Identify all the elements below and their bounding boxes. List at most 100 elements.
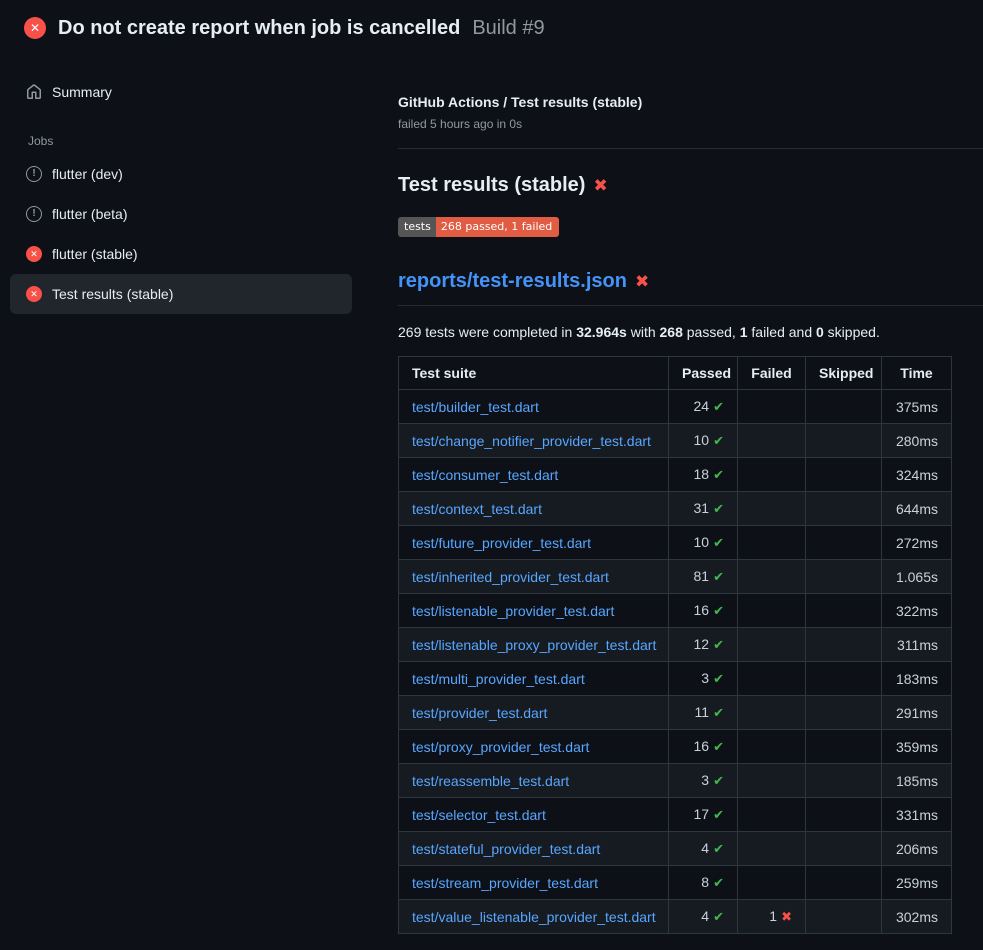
check-icon xyxy=(713,906,724,927)
sidebar-item-flutter-beta[interactable]: flutter (beta) xyxy=(10,194,352,234)
time-cell: 291ms xyxy=(882,696,952,730)
check-icon xyxy=(713,770,724,791)
test-suite-link[interactable]: test/selector_test.dart xyxy=(412,807,546,823)
skipped-cell xyxy=(806,866,882,900)
column-header-time: Time xyxy=(882,357,952,390)
test-suite-cell: test/reassemble_test.dart xyxy=(399,764,669,798)
failed-cell xyxy=(738,662,806,696)
section-title: Test results (stable) xyxy=(398,171,983,199)
passed-cell: 31 xyxy=(669,492,738,526)
time-cell: 185ms xyxy=(882,764,952,798)
failed-count: 1 xyxy=(769,908,777,924)
test-suite-cell: test/inherited_provider_test.dart xyxy=(399,560,669,594)
failure-circle-icon xyxy=(24,17,46,39)
test-suite-link[interactable]: test/provider_test.dart xyxy=(412,705,547,721)
main-content: GitHub Actions / Test results (stable) f… xyxy=(362,56,983,934)
badge-value: 268 passed, 1 failed xyxy=(436,217,559,237)
status-line: failed 5 hours ago in 0s xyxy=(398,116,983,132)
sidebar-item-test-results-stable[interactable]: Test results (stable) xyxy=(10,274,352,314)
test-suite-link[interactable]: test/listenable_provider_test.dart xyxy=(412,603,614,619)
sidebar: Summary Jobs flutter (dev) flutter (beta… xyxy=(0,56,362,314)
test-suite-link[interactable]: test/listenable_proxy_provider_test.dart xyxy=(412,637,656,653)
sidebar-item-summary[interactable]: Summary xyxy=(10,72,352,112)
skipped-cell xyxy=(806,560,882,594)
table-row: test/future_provider_test.dart 10 272ms xyxy=(399,526,952,560)
check-icon xyxy=(713,668,724,689)
passed-count: 3 xyxy=(701,772,709,788)
failure-circle-icon xyxy=(26,246,42,262)
test-suite-link[interactable]: test/consumer_test.dart xyxy=(412,467,558,483)
time-cell: 359ms xyxy=(882,730,952,764)
skipped-cell xyxy=(806,832,882,866)
test-suite-link[interactable]: test/change_notifier_provider_test.dart xyxy=(412,433,651,449)
failed-cell xyxy=(738,526,806,560)
passed-count: 24 xyxy=(694,398,710,414)
test-suite-link[interactable]: test/reassemble_test.dart xyxy=(412,773,569,789)
test-suite-link[interactable]: test/inherited_provider_test.dart xyxy=(412,569,609,585)
passed-count: 4 xyxy=(701,908,709,924)
passed-count: 10 xyxy=(694,534,710,550)
check-icon xyxy=(713,396,724,417)
passed-count: 16 xyxy=(694,738,710,754)
passed-count: 17 xyxy=(694,806,710,822)
test-suite-link[interactable]: test/stream_provider_test.dart xyxy=(412,875,598,891)
failure-x-icon xyxy=(635,273,649,290)
skipped-cell xyxy=(806,526,882,560)
column-header-passed: Passed xyxy=(669,357,738,390)
test-suite-cell: test/value_listenable_provider_test.dart xyxy=(399,900,669,934)
check-run-header: Do not create report when job is cancell… xyxy=(0,0,983,56)
check-icon xyxy=(713,702,724,723)
test-suite-cell: test/change_notifier_provider_test.dart xyxy=(399,424,669,458)
check-icon xyxy=(713,430,724,451)
table-row: test/provider_test.dart11291ms xyxy=(399,696,952,730)
time-cell: 331ms xyxy=(882,798,952,832)
passed-cell: 3 xyxy=(669,662,738,696)
test-suite-link[interactable]: test/multi_provider_test.dart xyxy=(412,671,585,687)
table-row: test/inherited_provider_test.dart811.065… xyxy=(399,560,952,594)
passed-count: 10 xyxy=(694,432,710,448)
passed-cell: 10 xyxy=(669,424,738,458)
check-icon xyxy=(713,804,724,825)
check-icon xyxy=(713,498,724,519)
test-suite-link[interactable]: test/value_listenable_provider_test.dart xyxy=(412,909,656,925)
passed-cell: 17 xyxy=(669,798,738,832)
passed-count: 4 xyxy=(701,840,709,856)
passed-cell: 8 xyxy=(669,866,738,900)
sidebar-item-flutter-dev[interactable]: flutter (dev) xyxy=(10,154,352,194)
table-row: test/stream_provider_test.dart 8 259ms xyxy=(399,866,952,900)
check-icon xyxy=(713,532,724,553)
time-cell: 259ms xyxy=(882,866,952,900)
test-suite-cell: test/listenable_provider_test.dart xyxy=(399,594,669,628)
report-link[interactable]: reports/test-results.json xyxy=(398,267,627,295)
failed-cell xyxy=(738,458,806,492)
neutral-status-icon xyxy=(26,206,42,222)
table-row: test/value_listenable_provider_test.dart… xyxy=(399,900,952,934)
tests-badge: tests 268 passed, 1 failed xyxy=(398,217,559,237)
skipped-cell xyxy=(806,492,882,526)
test-suite-link[interactable]: test/stateful_provider_test.dart xyxy=(412,841,600,857)
sidebar-item-label: flutter (beta) xyxy=(52,204,127,224)
time-cell: 322ms xyxy=(882,594,952,628)
time-cell: 272ms xyxy=(882,526,952,560)
test-suite-link[interactable]: test/builder_test.dart xyxy=(412,399,539,415)
failed-cell: 1 xyxy=(738,900,806,934)
test-suite-link[interactable]: test/proxy_provider_test.dart xyxy=(412,739,589,755)
time-cell: 183ms xyxy=(882,662,952,696)
sidebar-item-flutter-stable[interactable]: flutter (stable) xyxy=(10,234,352,274)
passed-cell: 10 xyxy=(669,526,738,560)
section-title-text: Test results (stable) xyxy=(398,171,585,199)
test-suite-link[interactable]: test/future_provider_test.dart xyxy=(412,535,591,551)
failed-cell xyxy=(738,866,806,900)
time-cell: 644ms xyxy=(882,492,952,526)
sidebar-item-label: flutter (dev) xyxy=(52,164,123,184)
test-suite-link[interactable]: test/context_test.dart xyxy=(412,501,542,517)
test-suite-cell: test/context_test.dart xyxy=(399,492,669,526)
test-suite-cell: test/stream_provider_test.dart xyxy=(399,866,669,900)
skipped-cell xyxy=(806,730,882,764)
time-cell: 324ms xyxy=(882,458,952,492)
sidebar-item-label: Summary xyxy=(52,82,112,102)
skipped-cell xyxy=(806,764,882,798)
test-results-table: Test suite Passed Failed Skipped Time te… xyxy=(398,356,952,934)
passed-cell: 3 xyxy=(669,764,738,798)
failed-cell xyxy=(738,628,806,662)
